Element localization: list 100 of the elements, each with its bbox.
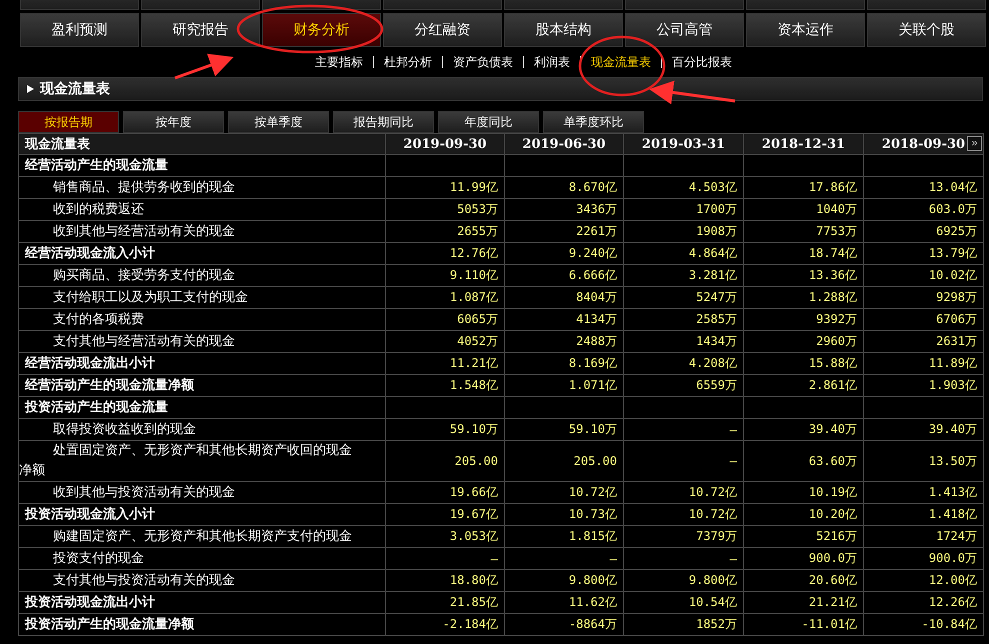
value: 63.60万: [808, 452, 857, 470]
value: -8864万: [568, 616, 617, 633]
row-label: 投资活动产生的现金流量: [25, 398, 168, 416]
value: -10.84亿: [922, 616, 977, 633]
value: 1.903亿: [928, 377, 977, 394]
value: 1.087亿: [450, 289, 498, 306]
value: 9.240亿: [568, 245, 617, 262]
value: 2655万: [457, 223, 498, 240]
value: 1.815亿: [568, 528, 617, 545]
period-tab[interactable]: 年度同比: [438, 111, 539, 133]
value: —: [610, 552, 617, 566]
section-header[interactable]: 现金流量表: [18, 77, 983, 101]
value: 8.670亿: [568, 179, 617, 196]
value: 900.0万: [808, 550, 857, 567]
value: 18.80亿: [450, 572, 498, 589]
period-tab[interactable]: 按年度: [123, 111, 224, 133]
value: 13.04亿: [928, 179, 977, 196]
value: 39.40万: [808, 421, 857, 438]
value: 11.62亿: [568, 594, 617, 611]
value: 21.21亿: [808, 594, 857, 611]
value: 19.66亿: [450, 484, 498, 501]
value: —: [730, 454, 737, 468]
value: 13.36亿: [808, 267, 857, 284]
row-label: 处置固定资产、无形资产和其他长期资产收回的现金净额: [19, 442, 353, 480]
subnav-link[interactable]: 杜邦分析: [384, 54, 432, 70]
row-label: 投资活动现金流入小计: [25, 506, 155, 524]
subnav-link[interactable]: 主要指标: [315, 54, 363, 70]
period-tab[interactable]: 按报告期: [18, 111, 119, 133]
value: 9298万: [936, 289, 977, 306]
nav-tab[interactable]: 资本运作: [746, 13, 865, 47]
value: 2.861亿: [808, 377, 857, 394]
row-label: 支付的各项税费: [52, 310, 144, 328]
value: —: [730, 552, 737, 566]
row-label: 支付给职工以及为职工支付的现金: [52, 288, 248, 306]
value: —: [490, 552, 498, 566]
value: 11.89亿: [928, 355, 977, 372]
nav-tab[interactable]: 研究报告: [141, 13, 260, 47]
value: 39.40万: [928, 421, 977, 438]
value: 9.110亿: [450, 267, 498, 284]
subnav-link[interactable]: 现金流量表: [591, 54, 651, 70]
nav-tab[interactable]: 盈利预测: [20, 13, 139, 47]
value: 9.800亿: [568, 572, 617, 589]
value: 5247万: [696, 289, 737, 306]
row-label: 经营活动现金流出小计: [25, 354, 155, 372]
value: 1434万: [696, 333, 737, 350]
nav-tab[interactable]: 股本结构: [504, 13, 623, 47]
value: 1.288亿: [808, 289, 857, 306]
value: 10.54亿: [688, 594, 737, 611]
row-label: 支付其他与经营活动有关的现金: [52, 332, 235, 350]
value: 10.73亿: [568, 506, 617, 523]
value: 12.00亿: [928, 572, 977, 589]
value: 3436万: [576, 201, 617, 218]
value: 205.00: [574, 454, 617, 468]
row-label: 取得投资收益收到的现金: [52, 420, 196, 438]
value: 5216万: [816, 528, 857, 545]
value: 6.666亿: [568, 267, 617, 284]
value: 13.50万: [928, 452, 977, 470]
value: 4.208亿: [688, 355, 737, 372]
value: 1040万: [816, 201, 857, 218]
value: 17.86亿: [808, 179, 857, 196]
value: 6706万: [936, 311, 977, 328]
period-tab[interactable]: 按单季度: [228, 111, 329, 133]
nav-tab[interactable]: 分红融资: [383, 13, 502, 47]
row-label: 收到其他与投资活动有关的现金: [52, 484, 235, 502]
value: 205.00: [454, 454, 498, 468]
period-tab[interactable]: 单季度环比: [543, 111, 644, 133]
column-header: 2019-03-31: [624, 134, 744, 155]
value: 10.72亿: [688, 506, 737, 523]
value: 1.413亿: [928, 484, 977, 501]
value: 603.0万: [928, 201, 977, 218]
value: 13.79亿: [928, 245, 977, 262]
value: 7753万: [816, 223, 857, 240]
value: 4052万: [457, 333, 498, 350]
value: 1908万: [696, 223, 737, 240]
value: 1700万: [696, 201, 737, 218]
value: 59.10万: [568, 421, 617, 438]
value: 6065万: [457, 311, 498, 328]
nav-tab[interactable]: 关联个股: [867, 13, 986, 47]
value: 3.053亿: [450, 528, 498, 545]
value: 11.21亿: [450, 355, 498, 372]
value: 4134万: [576, 311, 617, 328]
expand-icon: [27, 85, 34, 93]
subnav-link[interactable]: 百分比报表: [672, 54, 732, 70]
nav-tab[interactable]: 公司高管: [625, 13, 744, 47]
nav-tab[interactable]: 财务分析: [262, 13, 381, 47]
value: 2585万: [696, 311, 737, 328]
subnav-link[interactable]: 资产负债表: [453, 54, 513, 70]
more-columns-button[interactable]: »: [967, 136, 982, 151]
row-label: 收到的税费返还: [52, 200, 144, 218]
value: 8404万: [576, 289, 617, 306]
value: 6925万: [936, 223, 977, 240]
subnav-link[interactable]: 利润表: [534, 54, 570, 70]
value: 12.26亿: [928, 594, 977, 611]
column-header: 2018-09-30 »: [864, 134, 984, 155]
value: 10.02亿: [928, 267, 977, 284]
value: 4.503亿: [688, 179, 737, 196]
period-tab[interactable]: 报告期同比: [333, 111, 434, 133]
value: 2631万: [936, 333, 977, 350]
value: 12.76亿: [450, 245, 498, 262]
row-label: 经营活动产生的现金流量净额: [25, 376, 194, 394]
